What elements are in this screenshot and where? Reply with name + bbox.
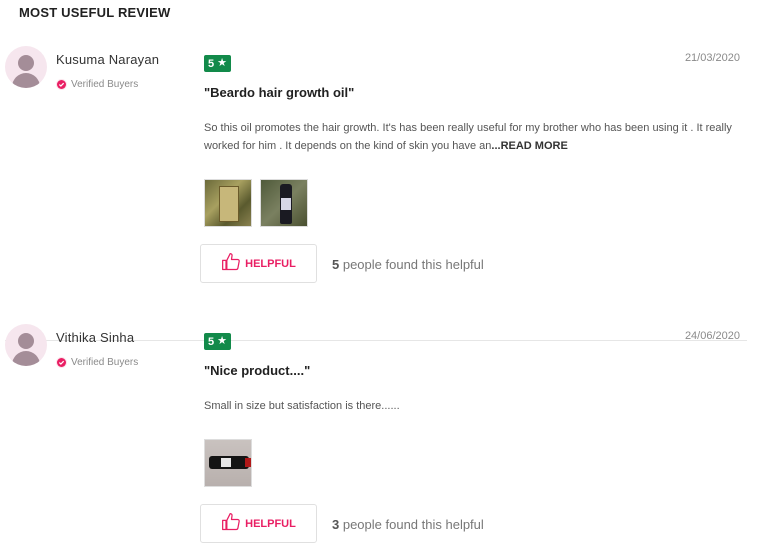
avatar — [5, 324, 47, 366]
review-image-thumbnail[interactable] — [204, 439, 252, 487]
read-more-link[interactable]: ...READ MORE — [491, 140, 567, 152]
helpful-button[interactable]: HELPFUL — [200, 244, 317, 283]
verified-label: Verified Buyers — [71, 357, 139, 368]
reviewer-name: Kusuma Narayan — [56, 52, 160, 67]
section-title: MOST USEFUL REVIEW — [19, 5, 171, 20]
verified-buyer-badge: Verified Buyers — [56, 79, 138, 90]
verified-check-icon — [56, 79, 67, 90]
review-title: "Beardo hair growth oil" — [204, 85, 355, 100]
review-body: So this oil promotes the hair growth. It… — [204, 122, 732, 152]
review-text: Small in size but satisfaction is there.… — [204, 397, 739, 415]
review-date: 21/03/2020 — [684, 52, 740, 64]
verified-check-icon — [56, 357, 67, 368]
review-images — [204, 179, 308, 227]
rating-badge: 5 ★ — [204, 333, 231, 350]
rating-value: 5 — [208, 57, 215, 70]
review-image-thumbnail[interactable] — [260, 179, 308, 227]
helpful-count-text: 3 people found this helpful — [332, 517, 484, 532]
star-icon: ★ — [217, 57, 227, 69]
helpful-count-text: 5 people found this helpful — [332, 257, 484, 272]
rating-value: 5 — [208, 335, 215, 348]
thumbs-up-icon — [221, 512, 241, 535]
helpful-suffix: people found this helpful — [339, 257, 484, 272]
review-body: Small in size but satisfaction is there.… — [204, 400, 400, 412]
thumbs-up-icon — [221, 252, 241, 275]
star-icon: ★ — [217, 335, 227, 347]
rating-badge: 5 ★ — [204, 55, 231, 72]
review-date: 24/06/2020 — [684, 330, 740, 342]
helpful-button[interactable]: HELPFUL — [200, 504, 317, 543]
helpful-suffix: people found this helpful — [339, 517, 484, 532]
verified-buyer-badge: Verified Buyers — [56, 357, 138, 368]
verified-label: Verified Buyers — [71, 79, 139, 90]
helpful-label: HELPFUL — [245, 257, 296, 270]
avatar — [5, 46, 47, 88]
review-title: "Nice product...." — [204, 363, 311, 378]
review-image-thumbnail[interactable] — [204, 179, 252, 227]
reviewer-name: Vithika Sinha — [56, 330, 135, 345]
helpful-label: HELPFUL — [245, 517, 296, 530]
review-images — [204, 439, 252, 487]
review-text: So this oil promotes the hair growth. It… — [204, 119, 739, 155]
